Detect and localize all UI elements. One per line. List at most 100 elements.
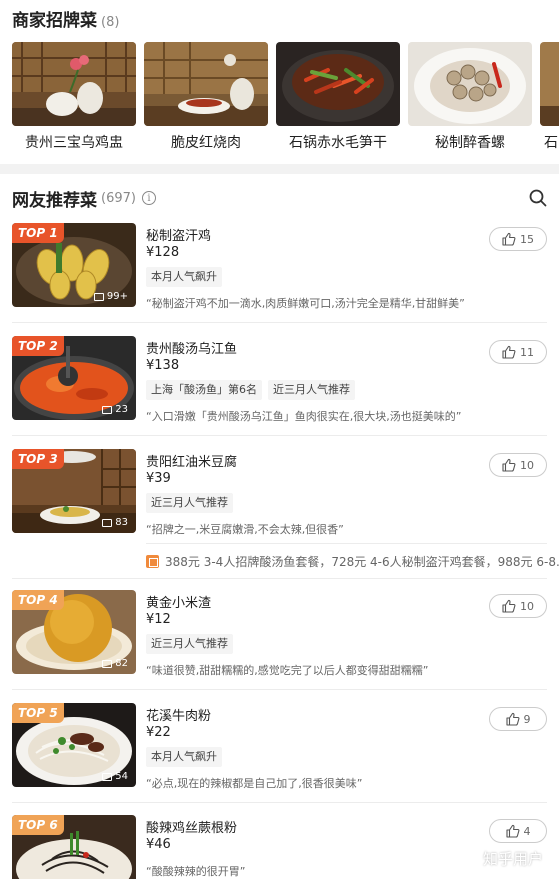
signature-dish[interactable]: 脆皮红烧肉 [144,42,268,154]
dish-item[interactable]: TOP 2 23 贵州酸汤乌江鱼 ¥138 上海「酸汤鱼」第6名 近三月人气推荐… [12,336,547,436]
dish-item[interactable]: TOP 3 83 贵阳红油米豆腐 ¥39 近三月人气推荐 “招牌之一,米豆腐嫩滑… [12,449,547,569]
like-count: 4 [523,824,531,838]
dish-info: 黄金小米渣 ¥12 近三月人气推荐 [146,592,486,654]
food-photo-icon: TOP 2 23 [12,336,136,420]
photo-count-value: 23 [115,404,128,415]
signature-title: 商家招牌菜 [12,11,97,31]
photo-count: 83 [102,517,128,528]
photo-count-value: 54 [115,771,128,782]
dish-price: ¥138 [146,358,180,373]
food-photo-icon [540,42,559,126]
like-count: 15 [520,232,534,246]
dish-item[interactable]: TOP 1 99+ 秘制盗汗鸡 ¥128 本月人气飙升 “秘制盗汗鸡不加一滴水,… [12,223,547,323]
dish-price: ¥46 [146,837,171,852]
signature-header: 商家招牌菜 (8) [12,6,120,31]
photo-count: 54 [102,771,128,782]
dish-price: ¥22 [146,725,171,740]
dish-info: 花溪牛肉粉 ¥22 本月人气飙升 [146,705,486,767]
thumbs-up-icon [502,232,516,246]
photo-count-value: 82 [115,658,128,669]
like-button[interactable]: 4 [489,819,547,843]
dish-item[interactable]: TOP 4 82 黄金小米渣 ¥12 近三月人气推荐 “味道很赞,甜甜糯糯的,感… [12,590,547,690]
food-photo-icon: TOP 4 82 [12,590,136,674]
row-divider [12,322,547,323]
row-divider [12,435,547,436]
like-button[interactable]: 9 [489,707,547,731]
dish-price: ¥39 [146,471,171,486]
food-photo-icon: TOP 5 54 [12,703,136,787]
dish-name: 酸辣鸡丝蕨根粉 [146,821,238,836]
row-divider [12,578,547,579]
watermark: 知乎用户 [482,850,543,868]
recommended-count: (697) [101,190,136,206]
dish-info: 酸辣鸡丝蕨根粉 ¥46 [146,817,486,855]
row-divider [12,802,547,803]
rank-badge: TOP 6 [12,815,64,835]
dish-info: 贵州酸汤乌江鱼 ¥138 上海「酸汤鱼」第6名 近三月人气推荐 [146,338,486,400]
signature-dish[interactable]: 石锅赤水毛笋干 [276,42,400,154]
dish-tag: 本月人气飙升 [146,747,222,767]
like-button[interactable]: 11 [489,340,547,364]
signature-dish[interactable]: 石 [540,42,559,154]
like-button[interactable]: 15 [489,227,547,251]
dish-review-quote: “入口滑嫩「贵州酸汤乌江鱼」鱼肉很实在,很大块,汤也挺美味的” [146,410,462,423]
dish-name: 花溪牛肉粉 [146,709,212,724]
dish-review-quote: “必点,现在的辣椒都是自己加了,很香很美味” [146,777,363,790]
dish-tag: 近三月人气推荐 [146,634,233,654]
dish-review-quote: “招牌之一,米豆腐嫩滑,不会太辣,但很香” [146,523,344,536]
dish-tag: 近三月人气推荐 [268,380,355,400]
signature-list: 贵州三宝乌鸡盅 脆皮红烧肉 石锅赤水毛笋干 秘制醉香螺 石 [12,42,559,154]
dish-price: ¥12 [146,612,171,627]
dish-name: 贵州酸汤乌江鱼 [146,342,238,357]
photo-count: 99+ [93,291,128,302]
like-button[interactable]: 10 [489,594,547,618]
food-photo-icon [408,42,532,126]
photo-icon [102,518,113,527]
photo-count-value: 83 [115,517,128,528]
combo-offer[interactable]: 388元 3-4人招牌酸汤鱼套餐，728元 4-6人秘制盗汗鸡套餐，988元 6… [146,552,559,570]
dish-review-quote: “味道很赞,甜甜糯糯的,感觉吃完了以后人都变得甜甜糯糯” [146,664,429,677]
row-divider [12,689,547,690]
photo-count: 82 [102,658,128,669]
signature-dish-name: 石 [544,135,558,151]
search-icon[interactable] [529,189,547,207]
rank-badge: TOP 4 [12,590,64,610]
signature-dish[interactable]: 贵州三宝乌鸡盅 [12,42,136,154]
signature-dish-name: 贵州三宝乌鸡盅 [25,135,123,151]
signature-dish[interactable]: 秘制醉香螺 [408,42,532,154]
rank-badge: TOP 3 [12,449,64,469]
food-photo-icon [276,42,400,126]
dish-item[interactable]: TOP 6 酸辣鸡丝蕨根粉 ¥46 “酸酸辣辣的很开胃” 4 [12,815,547,879]
dish-review-quote: “秘制盗汗鸡不加一滴水,肉质鲜嫩可口,汤汁完全是精华,甘甜鲜美” [146,297,465,310]
dish-info: 贵阳红油米豆腐 ¥39 近三月人气推荐 [146,451,486,513]
like-count: 11 [520,345,534,359]
dish-tag: 上海「酸汤鱼」第6名 [146,380,262,400]
food-photo-icon: TOP 3 83 [12,449,136,533]
dish-name: 黄金小米渣 [146,596,212,611]
signature-count: (8) [101,15,120,30]
dish-tag: 本月人气飙升 [146,267,222,287]
combo-text: 388元 3-4人招牌酸汤鱼套餐，728元 4-6人秘制盗汗鸡套餐，988元 6… [165,554,559,569]
coupon-icon [146,554,159,568]
photo-icon [93,292,104,301]
like-button[interactable]: 10 [489,453,547,477]
info-icon[interactable]: i [141,191,156,205]
dish-name: 贵阳红油米豆腐 [146,455,238,470]
section-divider [0,164,559,174]
dish-item[interactable]: TOP 5 54 花溪牛肉粉 ¥22 本月人气飙升 “必点,现在的辣椒都是自己加… [12,703,547,803]
dish-name: 秘制盗汗鸡 [146,229,212,244]
photo-icon [102,405,113,414]
photo-icon [102,772,113,781]
food-photo-icon [12,42,136,126]
thumbs-up-icon [502,458,516,472]
row-divider [146,543,547,544]
thumbs-up-icon [502,345,516,359]
like-count: 9 [523,712,531,726]
photo-count-value: 99+ [106,291,128,302]
food-photo-icon: TOP 6 [12,815,136,879]
rank-badge: TOP 5 [12,703,64,723]
thumbs-up-icon [505,824,519,838]
photo-count: 23 [102,404,128,415]
signature-dish-name: 脆皮红烧肉 [171,135,241,151]
like-count: 10 [520,599,534,613]
